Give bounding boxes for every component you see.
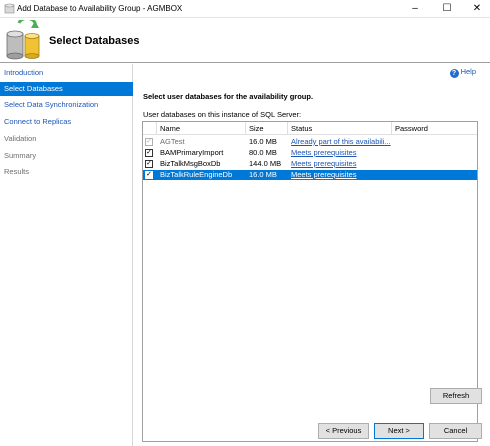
grid-header: Name Size Status Password (143, 122, 477, 135)
column-header-name[interactable]: Name (157, 122, 246, 135)
column-header-status[interactable]: Status (288, 122, 392, 135)
previous-button[interactable]: < Previous (318, 423, 369, 439)
table-row[interactable]: ✓ BizTalkMsgBoxDb 144.0 MB Meets prerequ… (143, 159, 477, 169)
section-title: Select user databases for the availabili… (143, 92, 314, 101)
title-bar: Add Database to Availability Group - AGM… (0, 0, 490, 18)
row-checkbox[interactable]: ✓ (145, 149, 153, 157)
row-name: BAMPrimaryImport (160, 148, 224, 157)
minimize-button[interactable]: – (400, 0, 430, 18)
column-header-password[interactable]: Password (392, 122, 477, 135)
nav-item-introduction[interactable]: Introduction (0, 66, 133, 80)
page-title: Select Databases (49, 35, 140, 47)
column-header-size[interactable]: Size (246, 122, 288, 135)
nav-item-select-data-synchronization[interactable]: Select Data Synchronization (0, 98, 133, 112)
database-grid: Name Size Status Password ✓ AGTest 16.0 … (142, 121, 478, 442)
row-size: 16.0 MB (249, 170, 277, 179)
help-icon: ? (449, 69, 459, 78)
column-header-check (143, 122, 157, 135)
next-button[interactable]: Next > (374, 423, 424, 439)
help-link[interactable]: ? Help (449, 67, 476, 78)
row-size: 16.0 MB (249, 137, 277, 146)
nav-item-connect-to-replicas[interactable]: Connect to Replicas (0, 115, 133, 129)
row-size: 80.0 MB (249, 148, 277, 157)
table-row[interactable]: ✓ BizTalkRuleEngineDb 16.0 MB Meets prer… (143, 170, 477, 180)
maximize-button[interactable]: ☐ (432, 0, 462, 18)
row-checkbox[interactable]: ✓ (145, 171, 153, 179)
list-caption: User databases on this instance of SQL S… (143, 110, 302, 119)
row-name: BizTalkMsgBoxDb (160, 159, 221, 168)
nav-item-summary: Summary (4, 151, 37, 160)
row-status-link[interactable]: Meets prerequisites (291, 170, 356, 179)
table-row[interactable]: ✓ BAMPrimaryImport 80.0 MB Meets prerequ… (143, 148, 477, 158)
help-label: Help (460, 67, 476, 76)
row-name: BizTalkRuleEngineDb (160, 170, 233, 179)
refresh-button[interactable]: Refresh (430, 388, 482, 404)
database-icon (6, 20, 40, 60)
row-status-link[interactable]: Meets prerequisites (291, 159, 356, 168)
nav-item-results: Results (4, 167, 30, 176)
row-status-link[interactable]: Meets prerequisites (291, 148, 356, 157)
row-size: 144.0 MB (249, 159, 282, 168)
app-icon (4, 3, 15, 14)
row-checkbox[interactable]: ✓ (145, 160, 153, 168)
row-checkbox: ✓ (145, 138, 153, 146)
table-row[interactable]: ✓ AGTest 16.0 MB Already part of this av… (143, 137, 477, 147)
row-name: AGTest (160, 137, 185, 146)
window-title: Add Database to Availability Group - AGM… (17, 4, 183, 13)
wizard-nav: Introduction Select Databases Select Dat… (0, 64, 133, 446)
close-button[interactable]: ✕ (462, 0, 490, 18)
nav-item-select-databases[interactable]: Select Databases (0, 82, 133, 96)
row-status-link[interactable]: Already part of this availabili... (291, 137, 391, 146)
wizard-header: Select Databases (0, 18, 490, 63)
cancel-button[interactable]: Cancel (429, 423, 482, 439)
nav-item-validation: Validation (4, 134, 37, 143)
